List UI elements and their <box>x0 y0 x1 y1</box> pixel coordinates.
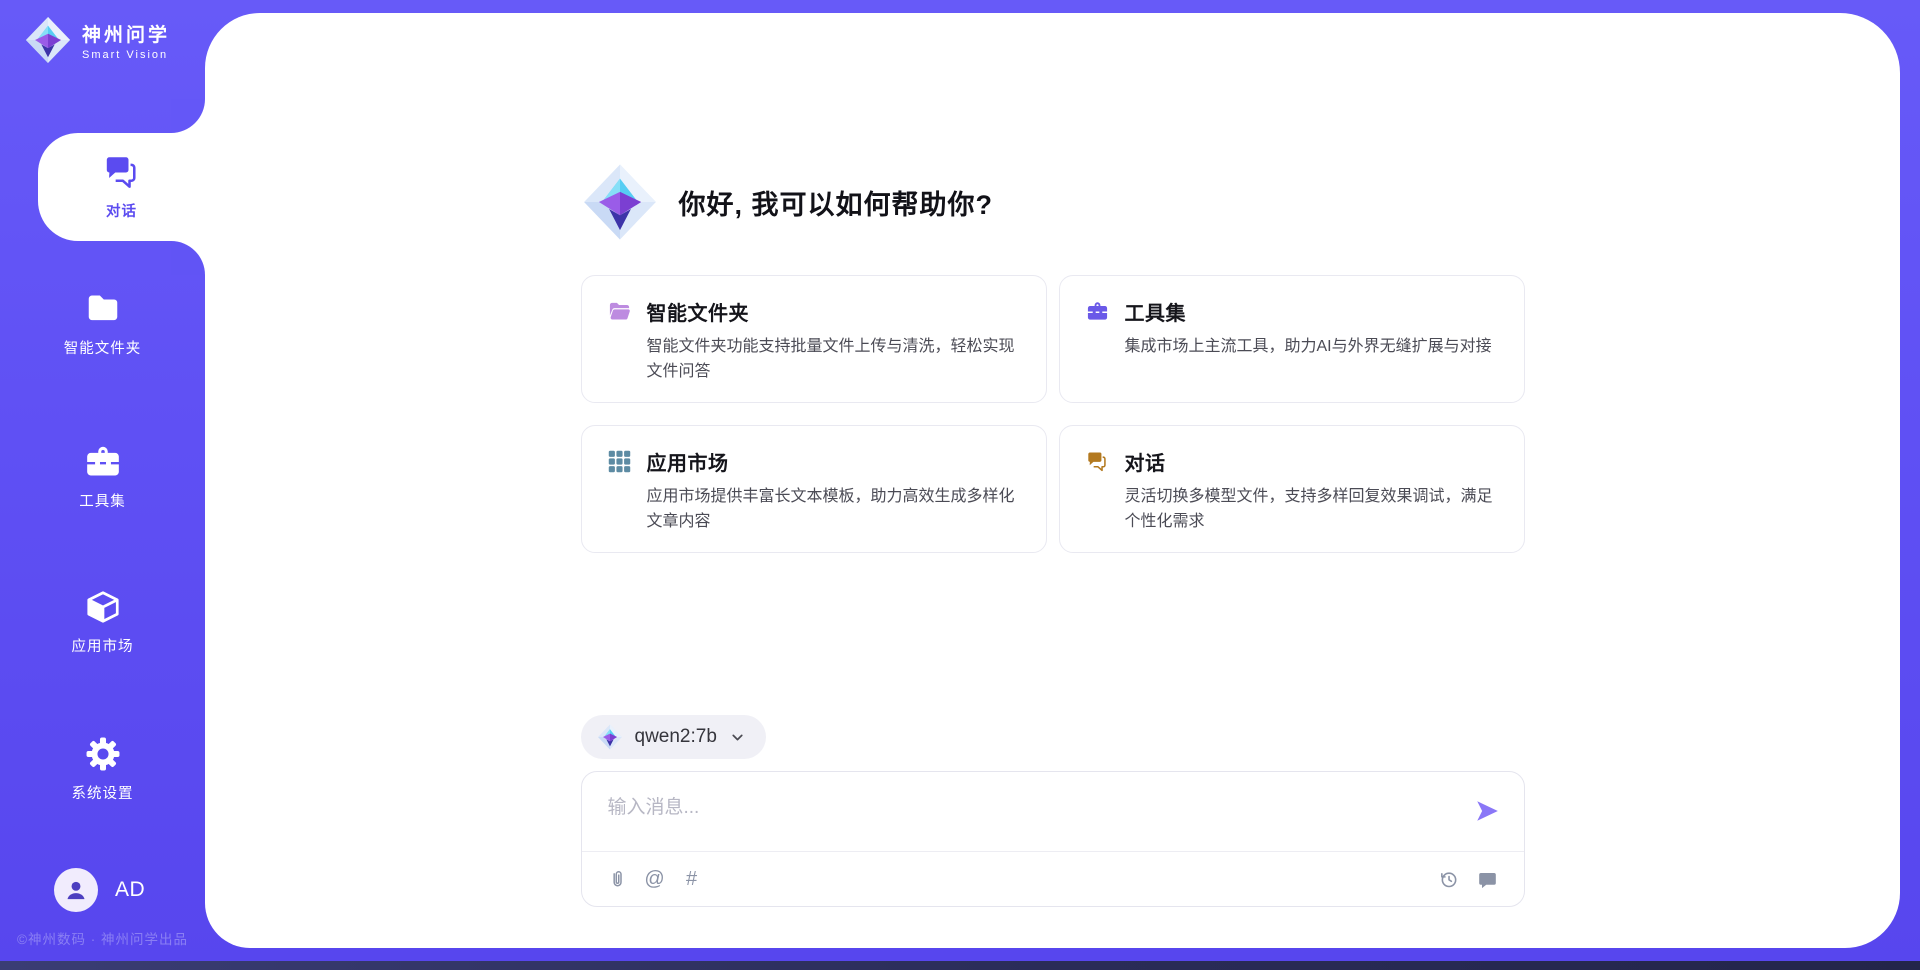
attachment-button[interactable] <box>606 867 630 891</box>
feature-cards: 智能文件夹 智能文件夹功能支持批量文件上传与清洗，轻松实现文件问答 工具集 集成… <box>581 275 1525 553</box>
card-title: 对话 <box>1125 447 1166 476</box>
brand-logo-icon <box>24 16 72 64</box>
sidebar-item-chat[interactable]: 对话 <box>38 133 205 241</box>
brand-subtitle: Smart Vision <box>82 49 170 61</box>
card-description: 应用市场提供丰富长文本模板，助力高效生成多样化文章内容 <box>647 485 1020 535</box>
main-panel: 你好, 我可以如何帮助你? 智能文件夹 智能文件夹功能支持批量文件上传与清洗，轻… <box>205 13 1900 948</box>
model-selector[interactable]: qwen2:7b <box>581 715 766 759</box>
card-title: 智能文件夹 <box>647 297 750 326</box>
history-icon <box>1438 869 1459 890</box>
sidebar-item-smart-folder[interactable]: 智能文件夹 <box>0 290 205 358</box>
greeting: 你好, 我可以如何帮助你? <box>581 163 1525 241</box>
paperclip-icon <box>607 869 628 890</box>
sidebar-item-app-market[interactable]: 应用市场 <box>0 588 205 656</box>
greeting-title: 你好, 我可以如何帮助你? <box>679 183 994 222</box>
gear-icon <box>84 735 122 773</box>
card-description: 灵活切换多模型文件，支持多样回复效果调试，满足个性化需求 <box>1125 485 1498 535</box>
sidebar-item-label: 智能文件夹 <box>64 337 142 358</box>
mention-button[interactable]: @ <box>643 867 667 891</box>
folder-icon <box>84 290 122 328</box>
cube-icon <box>84 588 122 626</box>
card-chat[interactable]: 对话 灵活切换多模型文件，支持多样回复效果调试，满足个性化需求 <box>1059 425 1525 553</box>
copyright-text: ©神州数码 · 神州问学出品 <box>0 928 205 948</box>
folder-open-icon <box>608 300 631 323</box>
model-name: qwen2:7b <box>635 726 717 748</box>
sidebar-item-label: 对话 <box>106 200 137 221</box>
conversation-button[interactable] <box>1476 867 1500 891</box>
brand-name: 神州问学 <box>82 20 170 47</box>
chevron-down-icon <box>729 729 746 746</box>
chat-bubble-icon <box>1477 869 1498 890</box>
at-icon: @ <box>644 869 664 889</box>
card-smart-folder[interactable]: 智能文件夹 智能文件夹功能支持批量文件上传与清洗，轻松实现文件问答 <box>581 275 1047 403</box>
user-initials: AD <box>115 878 145 902</box>
history-button[interactable] <box>1437 867 1461 891</box>
card-title: 工具集 <box>1125 297 1187 326</box>
sidebar-item-label: 工具集 <box>79 490 126 511</box>
card-app-market[interactable]: 应用市场 应用市场提供丰富长文本模板，助力高效生成多样化文章内容 <box>581 425 1047 553</box>
sidebar-item-settings[interactable]: 系统设置 <box>0 735 205 803</box>
message-composer: @ # <box>581 771 1525 907</box>
sidebar-item-label: 系统设置 <box>72 782 134 803</box>
card-title: 应用市场 <box>647 447 729 476</box>
curve-bottom <box>171 241 205 275</box>
assistant-logo-icon <box>581 163 659 241</box>
sidebar-item-toolset[interactable]: 工具集 <box>0 443 205 511</box>
brand: 神州问学 Smart Vision <box>24 16 170 64</box>
card-description: 智能文件夹功能支持批量文件上传与清洗，轻松实现文件问答 <box>647 335 1020 385</box>
send-icon <box>1474 798 1500 824</box>
chat-bubbles-icon <box>1086 450 1109 473</box>
chat-bubbles-icon <box>103 153 141 191</box>
model-logo-icon <box>597 724 623 750</box>
avatar <box>54 868 98 912</box>
card-toolset[interactable]: 工具集 集成市场上主流工具，助力AI与外界无缝扩展与对接 <box>1059 275 1525 403</box>
bottom-edge-bar <box>0 961 1920 970</box>
sidebar: 神州问学 Smart Vision 对话 智能文件夹 工具集 应用市场 系统设置… <box>0 0 205 961</box>
toolbox-icon <box>1086 300 1109 323</box>
message-input[interactable] <box>582 772 1442 850</box>
card-description: 集成市场上主流工具，助力AI与外界无缝扩展与对接 <box>1125 335 1498 360</box>
hash-icon: # <box>686 869 697 889</box>
person-icon <box>63 877 89 903</box>
toolbox-icon <box>84 443 122 481</box>
user-account[interactable]: AD <box>54 868 145 912</box>
topic-button[interactable]: # <box>680 867 704 891</box>
grid-icon <box>608 450 631 473</box>
send-button[interactable] <box>1472 796 1502 826</box>
curve-top <box>171 99 205 133</box>
sidebar-item-label: 应用市场 <box>72 635 134 656</box>
